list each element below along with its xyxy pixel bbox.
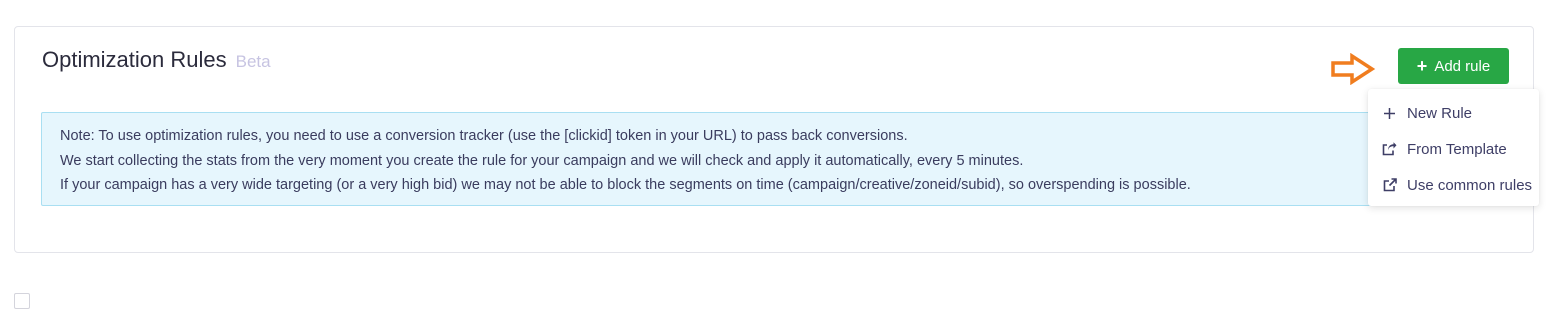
note-line: We start collecting the stats from the v… [60,152,1024,169]
note-line: Note: To use optimization rules, you nee… [60,128,908,144]
note-line: If your campaign has a very wide targeti… [60,177,1191,193]
menu-item-from-template[interactable]: From Template [1368,131,1539,167]
plus-icon: + [1416,56,1428,76]
add-rule-label: Add rule [1434,57,1491,75]
menu-item-label: New Rule [1407,104,1473,122]
card-header: Optimization Rules Beta [42,47,271,73]
menu-item-use-common-rules[interactable]: Use common rules [1368,167,1539,203]
menu-item-label: Use common rules [1407,176,1533,194]
menu-item-label: From Template [1407,140,1507,158]
info-note: Note: To use optimization rules, you nee… [41,112,1381,206]
partial-checkbox[interactable] [14,293,30,309]
add-rule-dropdown-menu: New Rule From Template Use common rules [1368,89,1539,206]
plus-icon [1381,105,1398,122]
menu-item-new-rule[interactable]: New Rule [1368,95,1539,131]
arrow-right-icon [1331,53,1376,85]
page-title: Optimization Rules [42,47,227,72]
beta-badge: Beta [235,52,271,71]
add-rule-button[interactable]: + Add rule [1398,48,1509,84]
share-icon [1381,141,1398,158]
optimization-rules-card: Optimization Rules Beta + Add rule Note:… [14,26,1534,253]
external-link-icon [1381,177,1398,194]
